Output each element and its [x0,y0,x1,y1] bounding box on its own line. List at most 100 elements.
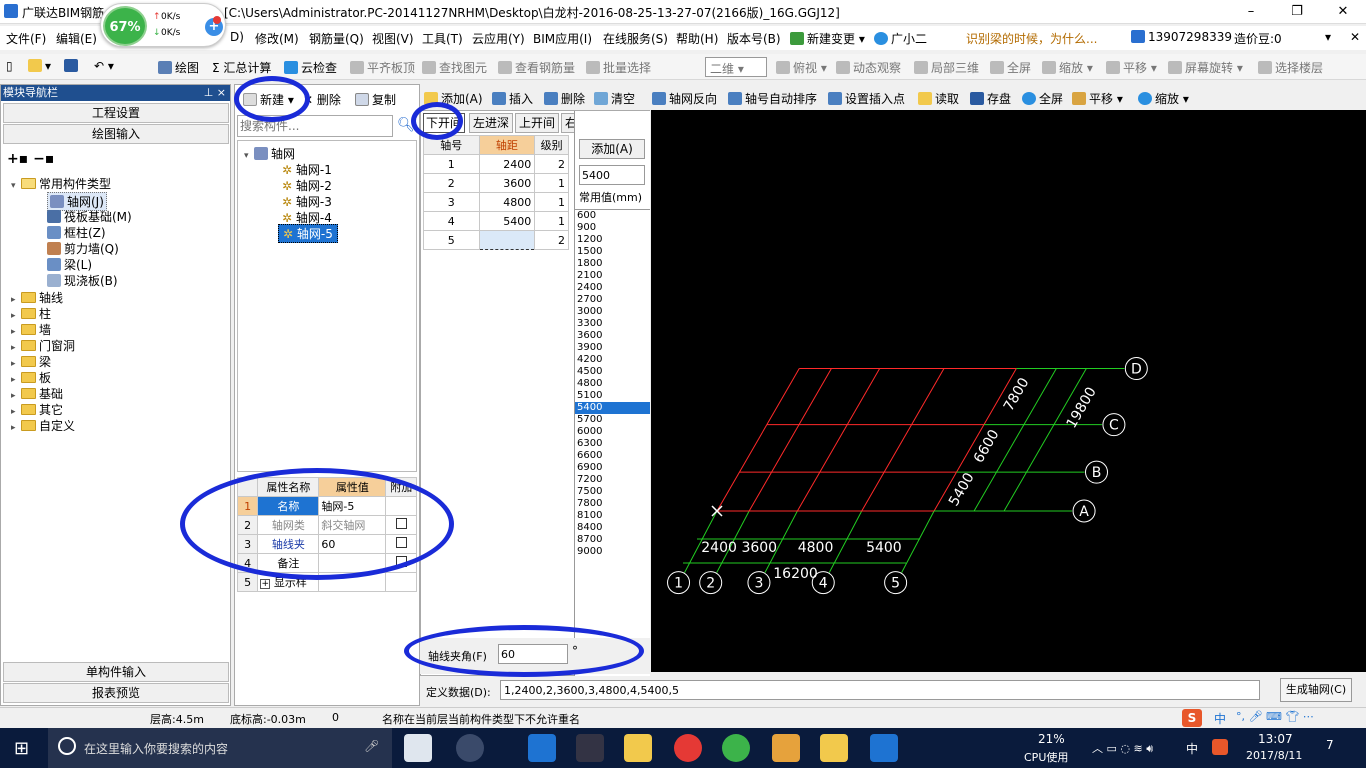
tree-item-shearwall[interactable]: 剪力墙(Q) [47,240,119,257]
glodon-app-icon[interactable] [870,734,898,762]
menu-file[interactable]: 文件(F) [6,30,46,47]
system-tray-icons[interactable]: ︿ ▭ ◌ ≋ 🔊︎ [1092,740,1153,756]
clock-date[interactable]: 2017/8/11 [1246,749,1302,762]
tray-sogou-icon[interactable] [1212,739,1228,755]
app-icon-help[interactable] [820,734,848,762]
rotate-screen-button[interactable]: 屏幕旋转 ▾ [1168,59,1243,76]
project-settings-button[interactable]: 工程设置 [3,103,229,123]
axis-value-input[interactable] [579,165,645,185]
microphone-icon[interactable]: 🎤︎ [364,739,379,753]
tree-folder-slab[interactable]: ▸ 板 [11,369,51,386]
clock-time[interactable]: 13:07 [1258,732,1293,746]
tree-folder-beam[interactable]: ▸ 梁 [11,353,51,370]
tree-folder-foundation[interactable]: ▸ 基础 [11,385,63,402]
tree-item-column[interactable]: 框柱(Z) [47,224,106,241]
define-data-input[interactable] [500,680,1260,700]
menu-version[interactable]: 版本号(B) [727,30,781,47]
view-rebar-button[interactable]: 查看钢筋量 [498,59,575,76]
dynamic-view-button[interactable]: 动态观察 [836,59,901,76]
file-explorer-icon[interactable] [624,734,652,762]
taskbar-search-box[interactable]: 在这里输入你要搜索的内容 🎤︎ [48,728,392,768]
add-value-button[interactable]: 添加(A) [579,139,645,159]
common-value-item[interactable]: 9000 [575,546,650,558]
save-axis-button[interactable]: 存盘 [970,90,1011,107]
nav-pin-close-icon[interactable]: ⊥ × [204,85,226,101]
menu-bim[interactable]: BIM应用(I) [533,30,592,47]
view-mode-select[interactable]: 二维 ▾ [705,57,767,77]
report-preview-button[interactable]: 报表预览 [3,683,229,703]
menu-guangxiaoer[interactable]: 广小二 [874,30,927,47]
drawing-input-button[interactable]: 绘图输入 [3,124,229,144]
axis-insert-button[interactable]: 插入 [492,90,533,107]
single-component-input-button[interactable]: 单构件输入 [3,662,229,682]
new-file-icon[interactable]: ▯ [6,59,13,73]
minimize-button[interactable]: – [1228,0,1274,24]
fullscreen-button[interactable]: 全屏 [990,59,1031,76]
menu-more-icon[interactable]: ▾ [1325,30,1331,44]
align-slab-button[interactable]: 平齐板顶 [350,59,415,76]
common-value-item[interactable]: 1500 [575,246,650,258]
common-value-item[interactable]: 8100 [575,510,650,522]
draw-button[interactable]: 绘图 [158,59,199,76]
tree-folder-other[interactable]: ▸ 其它 [11,401,63,418]
tree-common-types[interactable]: ▾ 常用构件类型 [11,175,111,192]
tree-component-item[interactable]: ✲ 轴网-2 [282,177,332,194]
common-value-item[interactable]: 6300 [575,438,650,450]
axis-clear-button[interactable]: 清空 [594,90,635,107]
common-value-item[interactable]: 5700 [575,414,650,426]
tree-item-raft[interactable]: 筏板基础(M) [47,208,132,225]
table-row[interactable]: 52 [423,230,569,250]
account-phone[interactable]: 13907298339 [1131,30,1232,44]
tab-left-depth[interactable]: 左进深 [469,113,513,133]
common-value-item[interactable]: 3900 [575,342,650,354]
axis-delete-button[interactable]: 删除 [544,90,585,107]
pan-button[interactable]: 平移 ▾ [1106,59,1157,76]
store-icon[interactable] [576,734,604,762]
common-value-item[interactable]: 1200 [575,234,650,246]
menu-view[interactable]: 视图(V) [372,30,414,47]
batch-select-button[interactable]: 批量选择 [586,59,651,76]
common-value-item[interactable]: 4200 [575,354,650,366]
common-value-item[interactable]: 900 [575,222,650,234]
open-file-icon[interactable]: ▾ [28,59,51,73]
expand-plus-icon[interactable]: + [260,579,271,589]
table-row[interactable]: 1 2400 2 [423,154,569,174]
common-value-item[interactable]: 6600 [575,450,650,462]
axis-fullscreen-button[interactable]: 全屏 [1022,90,1063,107]
common-value-item[interactable]: 4500 [575,366,650,378]
tree-folder-axis[interactable]: ▸ 轴线 [11,289,63,306]
common-value-item[interactable]: 4800 [575,378,650,390]
axis-pan-button[interactable]: 平移 ▾ [1072,90,1123,107]
common-value-item[interactable]: 6900 [575,462,650,474]
common-value-item[interactable]: 6000 [575,426,650,438]
expand-collapse-icon[interactable]: +▪ −▪ [7,151,54,167]
copy-component-button[interactable]: 复制 [355,91,396,108]
table-row[interactable]: 2 3600 1 [423,173,569,193]
app-icon-pinwheel[interactable] [456,734,484,762]
generate-axis-button[interactable]: 生成轴网(C) [1280,678,1352,702]
tree-item-slab[interactable]: 现浇板(B) [47,272,118,289]
axis-zoom-button[interactable]: 缩放 ▾ [1138,90,1189,107]
app-icon-red[interactable] [674,734,702,762]
menu-online[interactable]: 在线服务(S) [603,30,668,47]
tree-component-item[interactable]: ✲ 轴网-1 [282,161,332,178]
menu-help[interactable]: 帮助(H) [676,30,718,47]
set-insert-point-button[interactable]: 设置插入点 [828,90,905,107]
cloud-check-button[interactable]: 云检查 [284,59,337,76]
windows-start-icon[interactable]: ⊞ [14,738,29,759]
ime-lang-indicator[interactable]: 中 [1214,710,1226,727]
tree-component-item[interactable]: ✲ 轴网-3 [282,193,332,210]
menu-tools[interactable]: 工具(T) [422,30,463,47]
network-widget[interactable]: 67% ↑ 0K/s ↓ 0K/s + [100,3,226,47]
maximize-button[interactable]: ❐ [1274,0,1320,24]
menu-edit[interactable]: 编辑(E) [56,30,97,47]
common-value-item[interactable]: 5100 [575,390,650,402]
tree-axisgrid-root[interactable]: ▾ 轴网 [244,145,295,162]
tree-component-item-selected[interactable]: ✲ 轴网-5 [278,224,338,243]
common-value-item[interactable]: 1800 [575,258,650,270]
table-row[interactable]: 3 4800 1 [423,192,569,212]
common-value-item[interactable]: 3600 [575,330,650,342]
zoom-button[interactable]: 缩放 ▾ [1042,59,1093,76]
tree-folder-wall[interactable]: ▸ 墙 [11,321,51,338]
summary-calc-button[interactable]: Σ 汇总计算 [212,59,271,76]
